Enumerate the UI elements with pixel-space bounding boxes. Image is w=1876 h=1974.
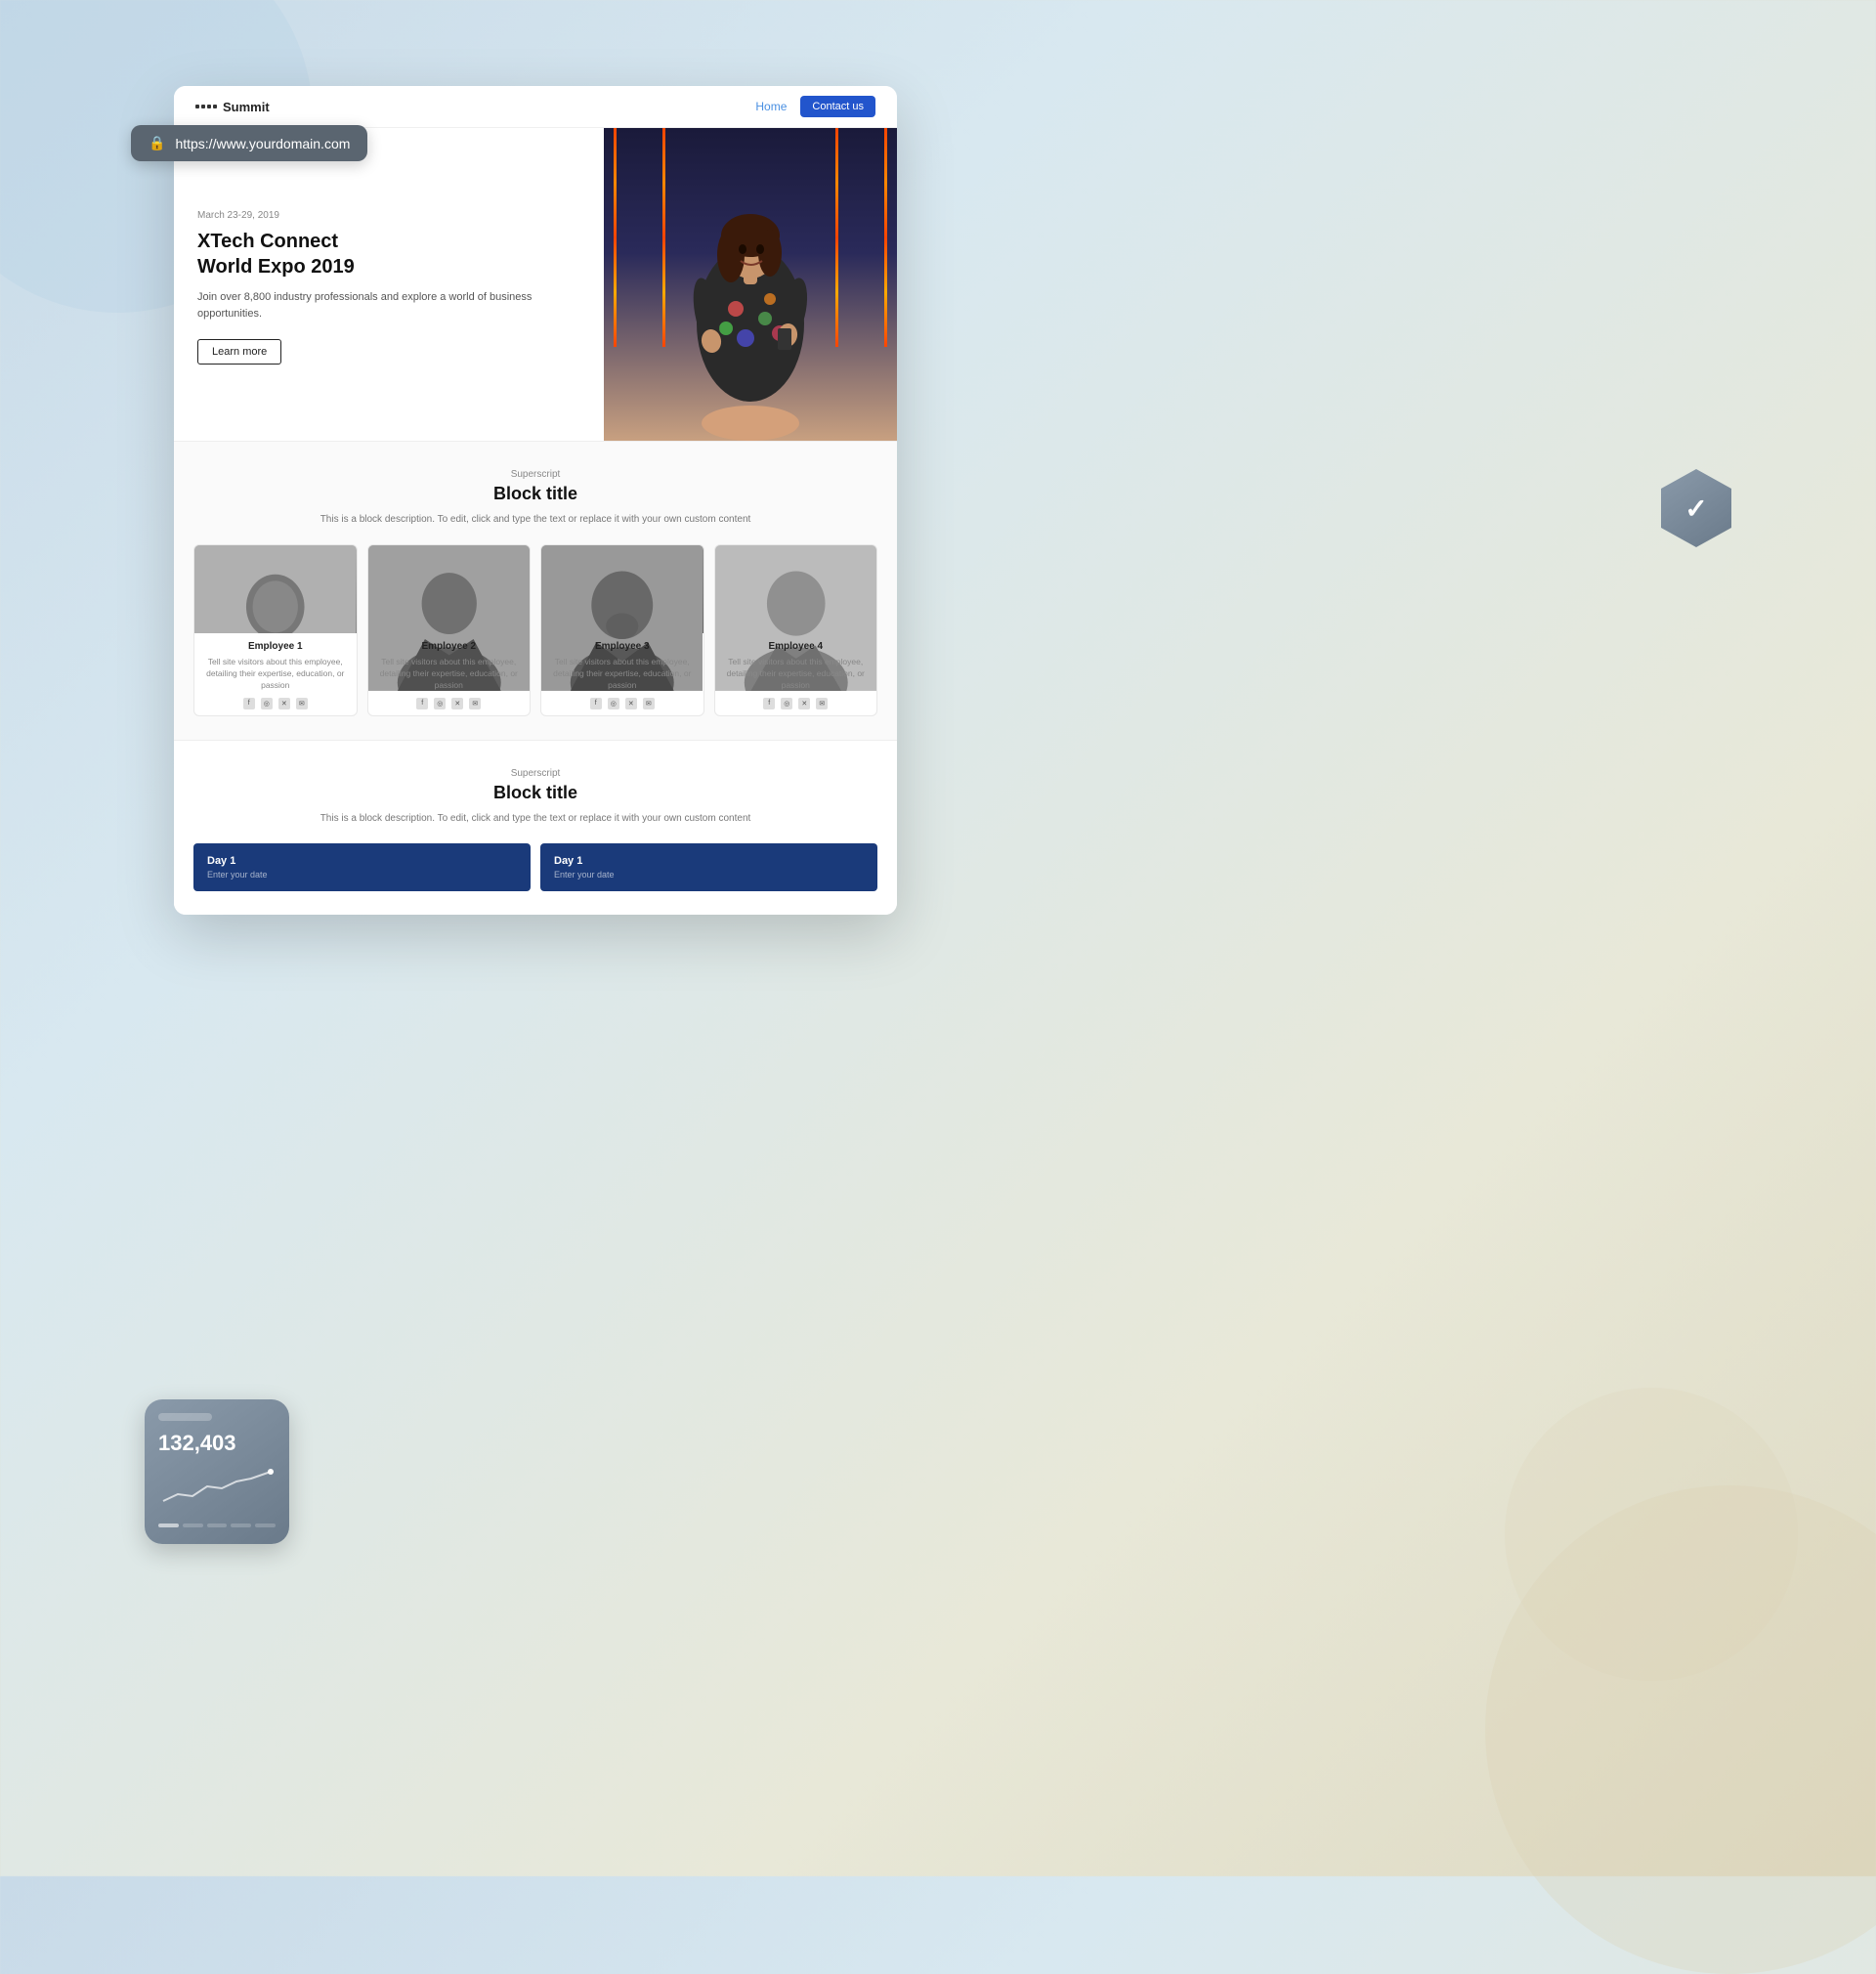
stats-widget: 132,403 <box>145 1399 289 1544</box>
social-icons-2: f ◎ ✕ ✉ <box>376 698 523 709</box>
employee-photo-1 <box>194 545 357 633</box>
schedule-block-desc: This is a block description. To edit, cl… <box>193 811 877 826</box>
site-nav: Summit Home Contact us <box>174 86 897 128</box>
stats-dot-1 <box>158 1523 179 1527</box>
bg-shape-mid <box>1505 1388 1798 1681</box>
light-strip-left <box>614 128 617 347</box>
hero-date: March 23-29, 2019 <box>197 210 580 221</box>
speaker-illustration <box>672 167 829 441</box>
instagram-icon-4[interactable]: ◎ <box>781 698 792 709</box>
hero-right <box>604 128 897 441</box>
twitter-icon-4[interactable]: ✕ <box>798 698 810 709</box>
schedule-card-2: Day 1 Enter your date <box>540 843 877 891</box>
employee-info-1: Employee 1 Tell site visitors about this… <box>194 633 357 715</box>
schedule-superscript: Superscript <box>193 768 877 779</box>
logo-icon <box>195 105 217 108</box>
logo-dot-2 <box>201 105 205 108</box>
hero-image <box>604 128 897 441</box>
social-icons-1: f ◎ ✕ ✉ <box>202 698 349 709</box>
logo-dot-1 <box>195 105 199 108</box>
stats-bar <box>158 1413 212 1421</box>
employee-card-4: Employee 4 Tell site visitors about this… <box>714 544 878 716</box>
stats-dot-5 <box>255 1523 276 1527</box>
employee-photo-4 <box>715 545 877 633</box>
nav-links: Home Contact us <box>755 96 875 117</box>
employee-grid: Employee 1 Tell site visitors about this… <box>193 544 877 716</box>
stats-dot-2 <box>183 1523 203 1527</box>
employee-bio-1: Tell site visitors about this employee, … <box>202 657 349 692</box>
hero-title-line2: World Expo 2019 <box>197 256 355 278</box>
schedule-block-title: Block title <box>193 783 877 803</box>
facebook-icon-3[interactable]: f <box>590 698 602 709</box>
schedule-day-1: Day 1 <box>207 855 517 867</box>
hero-description: Join over 8,800 industry professionals a… <box>197 289 580 322</box>
contact-us-button[interactable]: Contact us <box>800 96 875 117</box>
team-block-section: Superscript Block title This is a block … <box>174 441 897 740</box>
browser-window: Summit Home Contact us March 23-29, 2019… <box>174 86 897 915</box>
stats-dot-4 <box>231 1523 251 1527</box>
hero-left: March 23-29, 2019 XTech Connect World Ex… <box>174 128 604 441</box>
facebook-icon-4[interactable]: f <box>763 698 775 709</box>
security-badge: ✓ <box>1661 469 1731 547</box>
instagram-icon-1[interactable]: ◎ <box>261 698 273 709</box>
team-superscript: Superscript <box>193 469 877 480</box>
twitter-icon-1[interactable]: ✕ <box>278 698 290 709</box>
url-text: https://www.yourdomain.com <box>175 136 350 151</box>
schedule-block-section: Superscript Block title This is a block … <box>174 740 897 915</box>
social-icons-3: f ◎ ✕ ✉ <box>549 698 696 709</box>
light-strip-right <box>884 128 887 347</box>
stats-chart <box>158 1462 276 1511</box>
schedule-card-1: Day 1 Enter your date <box>193 843 531 891</box>
instagram-icon-3[interactable]: ◎ <box>608 698 619 709</box>
employee-photo-3 <box>541 545 704 633</box>
schedule-enter-1: Enter your date <box>207 870 517 880</box>
portrait-svg-1 <box>194 545 356 633</box>
employee-name-1: Employee 1 <box>202 641 349 652</box>
schedule-enter-2: Enter your date <box>554 870 864 880</box>
url-bar-widget: 🔒 https://www.yourdomain.com <box>131 125 367 161</box>
employee-card-3: Employee 3 Tell site visitors about this… <box>540 544 704 716</box>
stats-dots <box>158 1523 276 1527</box>
logo-text: Summit <box>223 100 270 114</box>
logo-dot-3 <box>207 105 211 108</box>
twitter-icon-3[interactable]: ✕ <box>625 698 637 709</box>
employee-card-2: Employee 2 Tell site visitors about this… <box>367 544 532 716</box>
security-check-icon: ✓ <box>1684 493 1707 525</box>
light-strip-mid-left <box>662 128 665 347</box>
team-block-desc: This is a block description. To edit, cl… <box>193 512 877 527</box>
schedule-day-2: Day 1 <box>554 855 864 867</box>
email-icon-1[interactable]: ✉ <box>296 698 308 709</box>
social-icons-4: f ◎ ✕ ✉ <box>723 698 870 709</box>
employee-card-1: Employee 1 Tell site visitors about this… <box>193 544 358 716</box>
site-logo: Summit <box>195 100 270 114</box>
instagram-icon-2[interactable]: ◎ <box>434 698 446 709</box>
learn-more-button[interactable]: Learn more <box>197 339 281 365</box>
email-icon-4[interactable]: ✉ <box>816 698 828 709</box>
light-strip-mid-right <box>835 128 838 347</box>
facebook-icon-1[interactable]: f <box>243 698 255 709</box>
email-icon-3[interactable]: ✉ <box>643 698 655 709</box>
facebook-icon-2[interactable]: f <box>416 698 428 709</box>
hero-section: March 23-29, 2019 XTech Connect World Ex… <box>174 128 897 441</box>
lock-icon: 🔒 <box>149 135 165 151</box>
hero-title-line1: XTech Connect <box>197 231 338 252</box>
hero-title: XTech Connect World Expo 2019 <box>197 229 580 279</box>
stats-dot-3 <box>207 1523 228 1527</box>
team-block-title: Block title <box>193 484 877 504</box>
email-icon-2[interactable]: ✉ <box>469 698 481 709</box>
twitter-icon-2[interactable]: ✕ <box>451 698 463 709</box>
employee-photo-2 <box>368 545 531 633</box>
nav-home-link[interactable]: Home <box>755 100 787 113</box>
schedule-grid: Day 1 Enter your date Day 1 Enter your d… <box>193 843 877 891</box>
stats-number: 132,403 <box>158 1431 276 1456</box>
logo-dot-4 <box>213 105 217 108</box>
